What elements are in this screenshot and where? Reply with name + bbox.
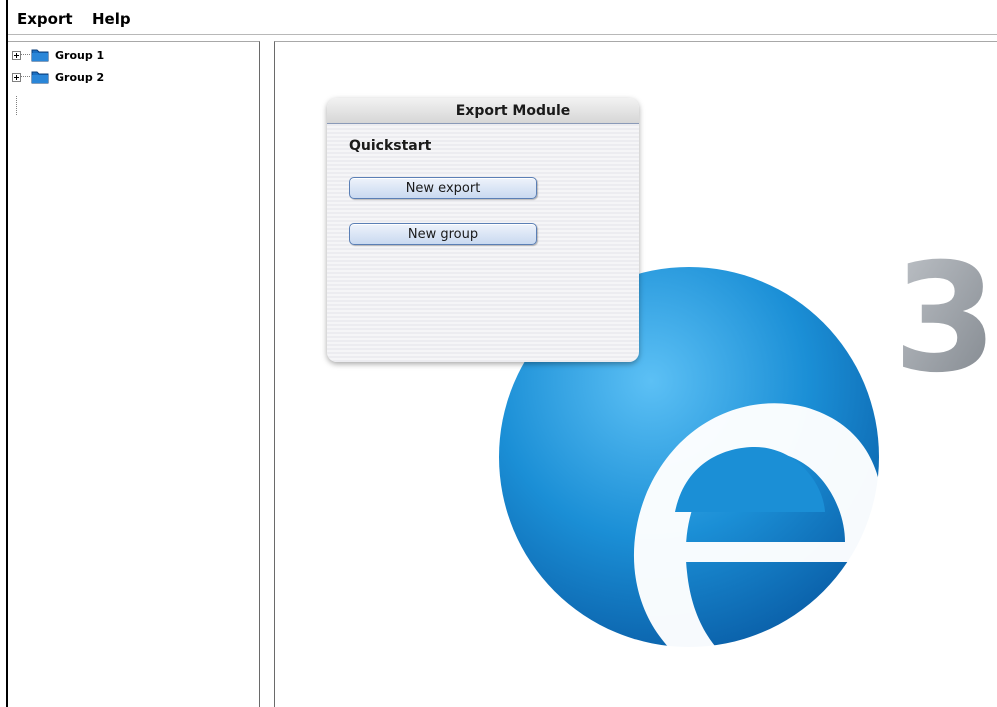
expand-plus-icon[interactable] xyxy=(12,50,21,60)
menu-bar: Export Help xyxy=(8,0,997,35)
tree-item-group-2[interactable]: Group 2 xyxy=(12,69,104,85)
tree-panel: Group 1 Group 2 xyxy=(8,41,260,707)
folder-icon xyxy=(31,71,49,84)
tree-item-label: Group 2 xyxy=(55,70,105,84)
expand-plus-icon[interactable] xyxy=(12,72,21,82)
logo-superscript-three: 3 xyxy=(893,232,997,406)
new-export-button[interactable]: New export xyxy=(349,177,537,199)
folder-icon xyxy=(31,49,49,62)
content-panel: 3 Export Module Quickstart New export Ne… xyxy=(274,41,997,707)
app-window: Export Help Group 1 Group 2 3 Export Mod… xyxy=(6,0,997,707)
panel-title: Export Module xyxy=(327,98,639,124)
tree-item-label: Group 1 xyxy=(55,48,105,62)
menu-export[interactable]: Export xyxy=(17,10,73,28)
tree-item-group-1[interactable]: Group 1 xyxy=(12,47,104,63)
export-module-panel: Export Module Quickstart New export New … xyxy=(327,98,639,362)
tree-connector-line xyxy=(16,96,18,115)
menu-help[interactable]: Help xyxy=(92,10,131,28)
panel-subtitle: Quickstart xyxy=(349,138,432,154)
new-group-button[interactable]: New group xyxy=(349,223,537,245)
pane-splitter[interactable] xyxy=(260,35,274,707)
